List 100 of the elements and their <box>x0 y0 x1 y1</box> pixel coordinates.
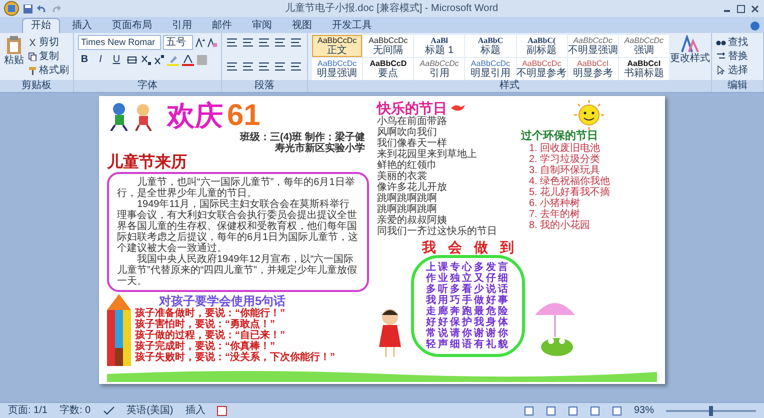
group-label: 样式 <box>308 80 711 92</box>
cartoon-girl-drawing <box>377 307 403 357</box>
close-icon[interactable] <box>750 4 760 14</box>
format-button[interactable]: B <box>78 53 91 67</box>
ribbon-tab[interactable]: 引用 <box>164 18 200 33</box>
class-info-text: 班级：三(4)班 制作：梁子健 <box>240 132 365 143</box>
pledge-heading-character: 我 <box>422 239 436 255</box>
style-gallery-item[interactable]: AaBbCcDc 强调 <box>618 35 669 57</box>
poem-line: 跳啊跳啊跳啊 <box>377 193 438 204</box>
clear-format-icon[interactable] <box>207 38 217 48</box>
history-paragraph: 1949年11月，国际民主妇女联合会在莫斯科举行理事会议，有大利妇女联合会执行委员会提出提议全世界各国儿童的生存权、保健权和受教育权，他们每年国际妇联考虑之后提议，每年的6月1日为国际儿童节，这个建议被大会一致通过。 <box>117 199 359 254</box>
style-gallery-item[interactable]: AaBbCcDc 引用 <box>414 58 464 80</box>
pledge-heading-character: 会 <box>448 239 462 255</box>
ribbon-tab[interactable]: 视图 <box>284 18 320 33</box>
copy-icon <box>28 52 37 60</box>
word-count-text: 字数: 0 <box>59 404 91 418</box>
section-heading: 过个环保的节日 <box>521 130 598 142</box>
zoom-level-text[interactable]: 93% <box>634 403 654 418</box>
list-item-text: 6. 小猪种树 <box>528 198 580 209</box>
style-gallery-item[interactable]: AaBbCcDc 不明显参考 <box>516 58 567 80</box>
style-gallery-item[interactable]: AaBbC( 副标题 <box>516 35 567 57</box>
list-item-text: 4. 绿色祝福你我他 <box>528 176 610 187</box>
editing-button[interactable]: 查找 <box>716 35 748 49</box>
sentence-text: 孩子准备做时，要说：“你能行！” <box>135 308 286 319</box>
save-icon[interactable] <box>23 4 33 14</box>
poster-title: 欢庆 <box>167 101 223 131</box>
change-styles-button[interactable]: 更改样式 <box>673 35 707 80</box>
pencil-house-drawing <box>107 294 131 366</box>
list-item-text: 2. 学习垃圾分类 <box>528 154 600 165</box>
format-button[interactable]: I <box>94 53 107 67</box>
ribbon-tab[interactable]: 开发工具 <box>324 18 380 33</box>
clipboard-button[interactable]: 复制 <box>28 49 69 63</box>
undo-icon[interactable] <box>37 4 47 14</box>
style-gallery-item[interactable]: AaBl 标题 1 <box>414 35 464 57</box>
sentence-text: 孩子做的过程，要说：“自已来！” <box>135 330 286 341</box>
font-name-field[interactable]: Times New Romar <box>78 35 162 50</box>
ribbon-tab[interactable]: 邮件 <box>204 18 240 33</box>
letters-a-icon <box>681 35 699 53</box>
section-heading: 对孩子要学会使用5句话 <box>158 294 287 308</box>
maximize-icon[interactable] <box>736 4 746 14</box>
style-gallery-item[interactable]: AaBbCcDc 明显引用 <box>465 58 516 80</box>
smiling-sun-drawing <box>571 100 607 130</box>
clipboard-icon <box>6 35 22 55</box>
pledge-row-text: 我用巧手做好事 <box>426 295 510 306</box>
section-heading: 快乐的节日 <box>377 100 447 116</box>
pledge-row-text: 走廊奔跑最危险 <box>426 306 510 317</box>
language-text[interactable]: 英语(美国) <box>126 403 174 418</box>
poster-title-number: 61 <box>227 101 260 131</box>
clipboard-button[interactable]: 剪切 <box>28 35 69 49</box>
poem-line: 像许多花儿开放 <box>377 182 448 193</box>
pledge-row-text: 上课专心多发言 <box>426 262 510 273</box>
ribbon-tab[interactable]: 审阅 <box>244 18 280 33</box>
style-gallery-item[interactable]: AaBbC 标题 <box>465 35 516 57</box>
office-logo-icon[interactable] <box>4 1 19 16</box>
editing-button[interactable]: 选择 <box>716 63 748 77</box>
font-size-field[interactable]: 五号 <box>163 35 193 50</box>
cursor-icon <box>716 65 726 75</box>
style-gallery-item[interactable]: AaBbCcDc 明显强调 <box>312 58 362 80</box>
style-gallery-item[interactable]: AaBbCcDc 无间隔 <box>363 35 414 57</box>
group-label: 编辑 <box>712 80 763 92</box>
strikethrough-icon[interactable] <box>126 55 138 65</box>
superscript-icon[interactable] <box>154 55 164 65</box>
ribbon-tab[interactable]: 插入 <box>64 18 100 33</box>
ribbon-tab[interactable]: 页面布局 <box>104 18 160 33</box>
paste-button[interactable]: 粘贴 <box>4 35 24 80</box>
sentence-text: 孩子失败时，要说：“没关系，下次你能行！” <box>135 352 335 363</box>
pledge-heading-character: 做 <box>474 239 488 255</box>
poem-line: 我们像春天一样 <box>377 138 447 149</box>
sentence-text: 孩子害怕时，要说：“勇敢点！” <box>135 319 276 330</box>
poem-line: 鲜艳的红领巾 <box>377 160 438 171</box>
style-gallery-item[interactable]: AaBbCcD 要点 <box>363 58 414 80</box>
subscript-icon[interactable] <box>141 55 151 65</box>
style-gallery-item[interactable]: AaBbCcI 书籍标题 <box>618 58 669 80</box>
grow-font-icon[interactable] <box>195 38 205 48</box>
editing-button[interactable]: 替换 <box>716 49 748 63</box>
pledge-row-text: 作业独立又仔细 <box>426 273 510 284</box>
list-item-text: 7. 去年的树 <box>528 209 580 220</box>
pledge-row-text: 好好保护我身体 <box>426 317 510 328</box>
poem-line: 风啊吹向我们 <box>377 127 437 138</box>
list-item-text: 3. 自制环保玩具 <box>528 165 600 176</box>
style-gallery-item[interactable]: AaBbCcDc 正文 <box>312 35 362 57</box>
format-button[interactable]: U <box>110 53 123 67</box>
style-gallery-item[interactable]: AaBbCcDc 不明显强调 <box>568 35 618 57</box>
style-gallery-item[interactable]: AaBbCcI 明显参考 <box>568 58 618 80</box>
poem-line: 小鸟在前面带路 <box>377 116 448 127</box>
class-info-text: 寿光市新区实验小学 <box>275 143 365 154</box>
poem-line: 同我们一齐过这快乐的节日 <box>377 226 498 237</box>
proofing-icon[interactable] <box>102 406 115 416</box>
font-color-icon[interactable] <box>182 54 194 66</box>
zoom-slider-thumb[interactable] <box>709 406 713 416</box>
window-title: 儿童节电子小报.doc [兼容模式] - Microsoft Word <box>284 3 498 14</box>
clipboard-button[interactable]: 格式刷 <box>28 63 69 77</box>
poem-line: 来到花园里来到草地上 <box>377 149 478 160</box>
bird-icon <box>451 103 465 113</box>
poem-line: 跳啊跳啊跳啊 <box>377 204 438 215</box>
poem-line: 美丽的衣裳 <box>377 171 427 182</box>
history-paragraph: 我国中央人民政府1949年12月宣布，以“六一国际儿童节”代替原来的“四四儿童节”，并规定少年儿童放假一天。 <box>117 254 358 287</box>
ribbon-tab[interactable]: 开始 <box>22 18 60 33</box>
insert-mode-text[interactable]: 插入 <box>185 403 206 418</box>
pledge-row-text: 常说请你谢谢你 <box>426 328 510 339</box>
